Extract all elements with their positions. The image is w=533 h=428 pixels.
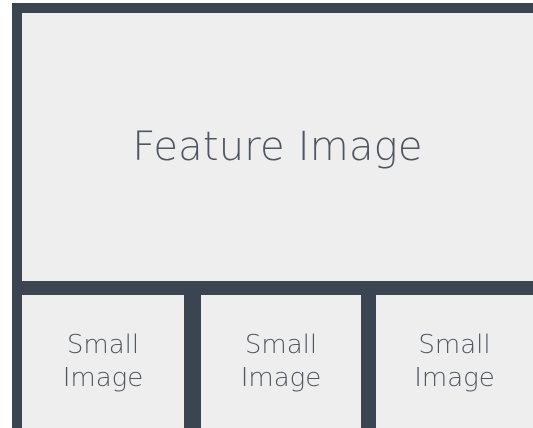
small-image-label-line2: Image (414, 362, 495, 393)
small-image-placeholder-1: Small Image (22, 295, 184, 428)
small-image-label-line2: Image (240, 362, 322, 393)
small-image-label-line1: Small (244, 330, 318, 360)
small-image-placeholder-2: Small Image (201, 295, 361, 428)
small-image-label-line1: Small (418, 330, 491, 360)
image-grid: Feature Image Small Image Small Image Sm… (12, 3, 533, 428)
small-image-label-line1: Small (66, 330, 140, 360)
feature-image-placeholder: Feature Image (22, 13, 533, 281)
image-layout: Feature Image Small Image Small Image Sm… (0, 0, 533, 428)
feature-image-label: Feature Image (132, 124, 423, 170)
small-image-placeholder-3: Small Image (376, 295, 533, 428)
small-image-label-line2: Image (62, 362, 144, 393)
